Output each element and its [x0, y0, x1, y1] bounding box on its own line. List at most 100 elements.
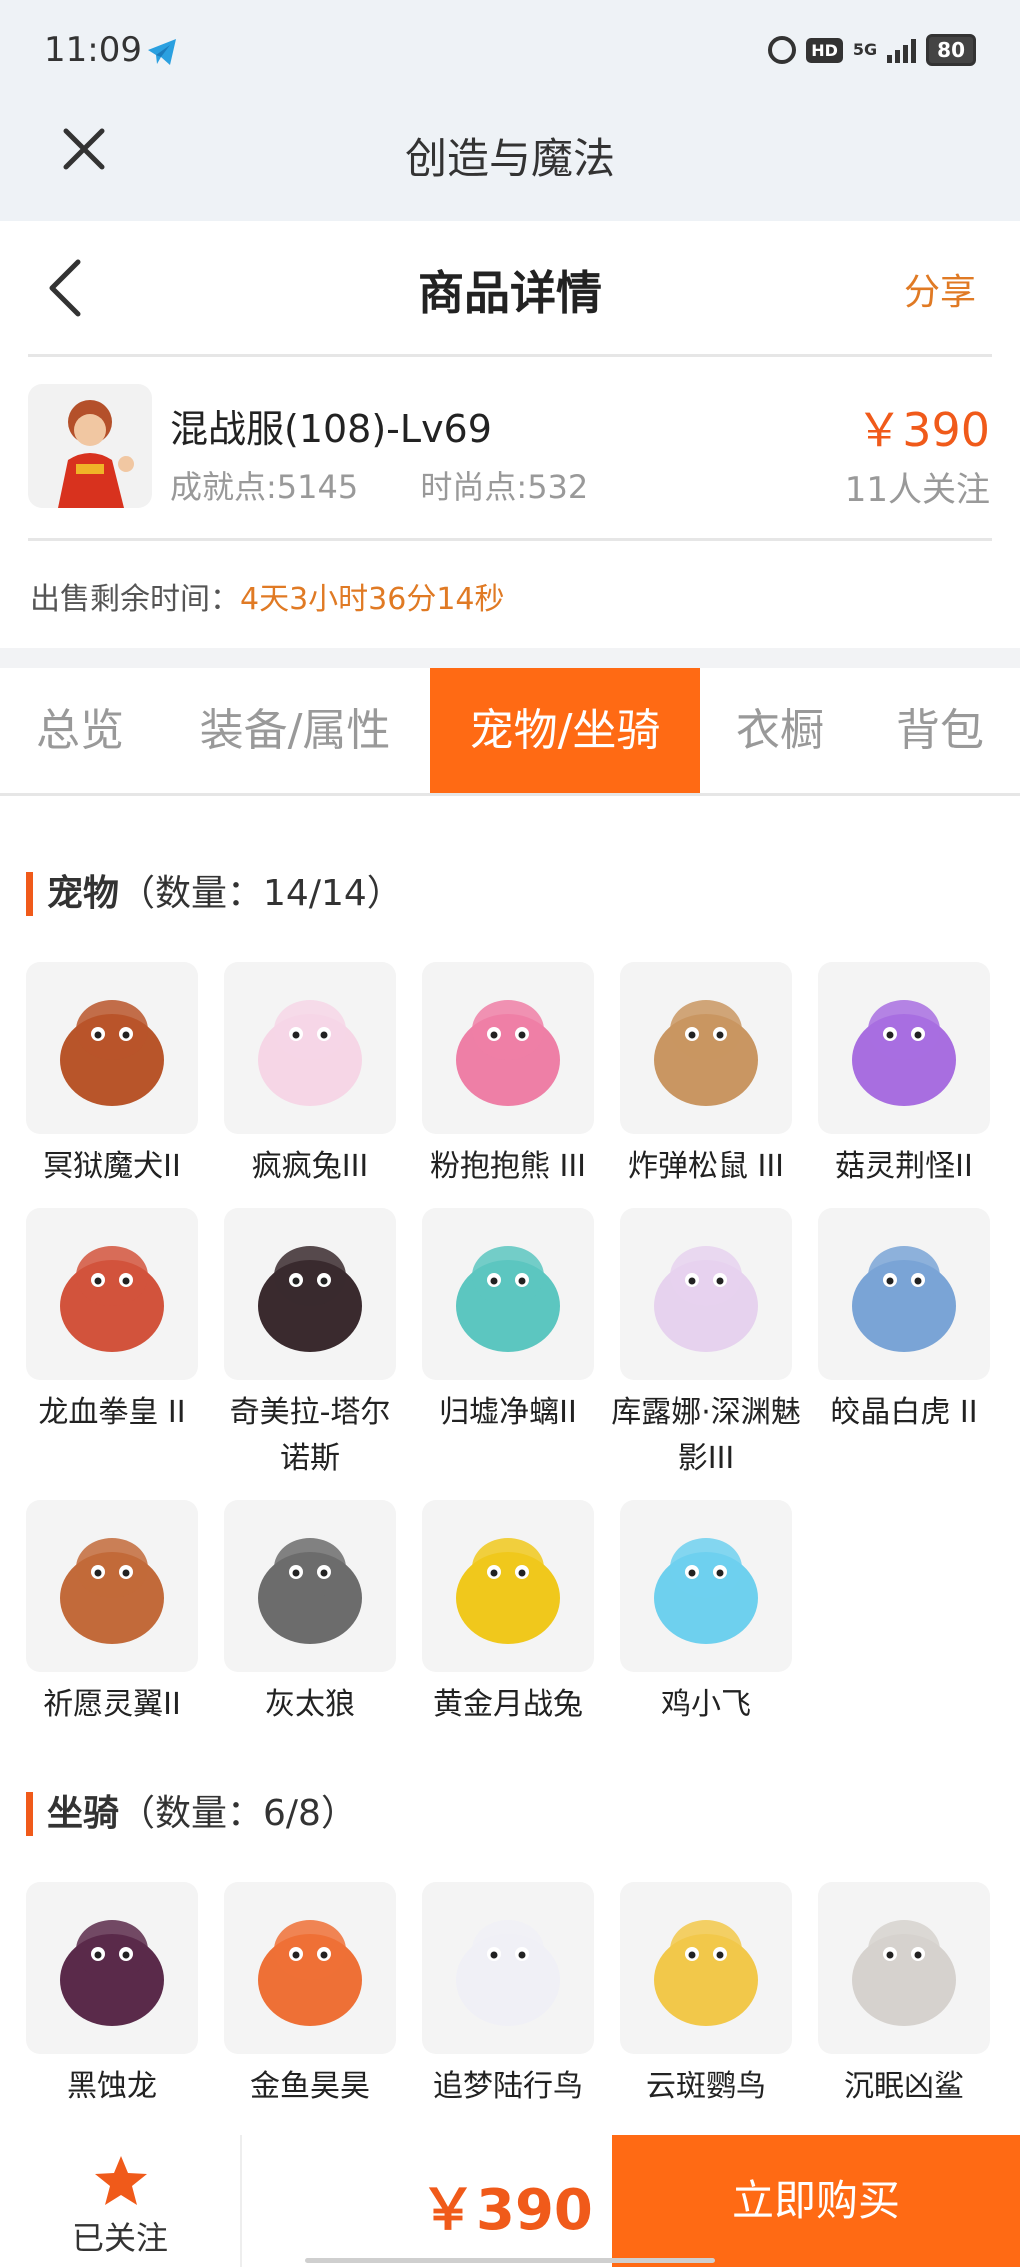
- creature-name: 皎晶白虎 II: [830, 1395, 978, 1430]
- product-name: 混战服(108)-Lv69: [170, 407, 492, 451]
- home-indicator: [305, 2258, 715, 2263]
- creature-image: [26, 962, 198, 1134]
- remaining-label: 出售剩余时间：: [30, 582, 240, 617]
- creature-image: [422, 1500, 594, 1672]
- creature-name: 菇灵荆怪II: [835, 1149, 973, 1184]
- creature-image: [224, 1208, 396, 1380]
- tab-overview[interactable]: 总览: [0, 668, 160, 793]
- creature-name: 龙血拳皇 II: [38, 1395, 186, 1430]
- creature-image: [818, 962, 990, 1134]
- creature-name: 沉眠凶鲨: [844, 2069, 964, 2104]
- grid-item[interactable]: 粉抱抱熊 III: [422, 962, 594, 1190]
- creature-name: 炸弹松鼠 III: [627, 1149, 785, 1184]
- product-summary: 混战服(108)-Lv69 成就点:5145 时尚点:532 ￥390 11人关…: [0, 358, 1020, 538]
- share-button[interactable]: 分享: [904, 263, 976, 315]
- creature-image: [818, 1882, 990, 2054]
- grid-item[interactable]: 菇灵荆怪II: [818, 962, 990, 1190]
- tab-equipment[interactable]: 装备/属性: [160, 668, 430, 793]
- creature-name: 粉抱抱熊 III: [429, 1149, 587, 1184]
- grid-item[interactable]: 沉眠凶鲨: [818, 1882, 990, 2110]
- status-time: 11:09: [44, 30, 142, 70]
- star-icon: [95, 2156, 147, 2205]
- grid-item[interactable]: 疯疯兔III: [224, 962, 396, 1190]
- pets-count: （数量：14/14）: [119, 873, 403, 914]
- grid-item[interactable]: 炸弹松鼠 III: [620, 962, 792, 1190]
- status-bar: 11:09 HD 5G 80: [0, 0, 1020, 105]
- telegram-icon: [148, 39, 176, 65]
- product-thumbnail: [28, 384, 152, 508]
- fashion-points: 时尚点:532: [420, 468, 589, 506]
- battery-icon: 80: [926, 34, 976, 66]
- follow-label: 已关注: [71, 2219, 168, 2257]
- grid-item[interactable]: 冥狱魔犬II: [26, 962, 198, 1190]
- product-stats: 成就点:5145 时尚点:532: [170, 462, 640, 508]
- mounts-title: 坐骑: [47, 1793, 120, 1834]
- tab-backpack[interactable]: 背包: [860, 668, 1020, 793]
- divider: [28, 354, 992, 357]
- creature-image: [620, 962, 792, 1134]
- grid-item[interactable]: 灰太狼: [224, 1500, 396, 1728]
- creature-name: 库露娜·深渊魅影III: [611, 1395, 801, 1476]
- divider: [28, 538, 992, 541]
- remaining-value: 4天3小时36分14秒: [240, 582, 505, 617]
- signal-icon: [887, 37, 917, 63]
- grid-item[interactable]: 云斑鹦鸟: [620, 1882, 792, 2110]
- creature-image: [26, 1500, 198, 1672]
- mounts-count: （数量：6/8）: [119, 1793, 357, 1834]
- network-type: 5G: [852, 40, 878, 59]
- mounts-grid: 黑蚀龙 金鱼昊昊 追梦陆行鸟 云斑鹦鸟 沉眠凶鲨: [26, 1882, 990, 2110]
- creature-image: [818, 1208, 990, 1380]
- grid-item[interactable]: 追梦陆行鸟: [422, 1882, 594, 2110]
- creature-name: 冥狱魔犬II: [43, 1149, 181, 1184]
- creature-image: [422, 1882, 594, 2054]
- creature-name: 鸡小飞: [661, 1687, 751, 1722]
- tab-pets-mounts[interactable]: 宠物/坐骑: [430, 668, 700, 793]
- hd-icon: HD: [806, 37, 843, 63]
- app-bar: 创造与魔法: [0, 105, 1020, 221]
- follow-button[interactable]: 已关注: [0, 2135, 242, 2267]
- grid-item[interactable]: 皎晶白虎 II: [818, 1208, 990, 1482]
- grid-item[interactable]: 库露娜·深渊魅影III: [611, 1208, 801, 1482]
- status-icons: HD 5G 80: [768, 34, 976, 66]
- pets-section-title: 宠物（数量：14/14）: [26, 872, 403, 916]
- bottom-bar: 已关注 ￥390 立即购买: [0, 2135, 1020, 2267]
- mounts-section-title: 坐骑（数量：6/8）: [26, 1792, 357, 1836]
- creature-name: 灰太狼: [265, 1687, 355, 1722]
- creature-image: [620, 1208, 792, 1380]
- tab-bar: 总览 装备/属性 宠物/坐骑 衣橱 背包: [0, 668, 1020, 796]
- grid-item[interactable]: 祈愿灵翼II: [26, 1500, 198, 1728]
- creature-image: [26, 1882, 198, 2054]
- tab-wardrobe[interactable]: 衣橱: [700, 668, 860, 793]
- creature-name: 金鱼昊昊: [250, 2069, 370, 2104]
- creature-image: [422, 962, 594, 1134]
- page-title: 商品详情: [418, 266, 602, 320]
- buy-now-button[interactable]: 立即购买: [612, 2135, 1020, 2267]
- creature-name: 奇美拉-塔尔诺斯: [229, 1395, 391, 1476]
- grid-item[interactable]: 黄金月战兔: [422, 1500, 594, 1728]
- achievement-points: 成就点:5145: [170, 468, 359, 506]
- alarm-icon: [768, 36, 797, 64]
- section-gap: [0, 648, 1020, 668]
- creature-name: 追梦陆行鸟: [433, 2069, 583, 2104]
- creature-name: 祈愿灵翼II: [43, 1687, 181, 1722]
- creature-image: [26, 1208, 198, 1380]
- product-price: ￥390: [856, 403, 990, 457]
- grid-item[interactable]: 鸡小飞: [620, 1500, 792, 1728]
- page-header: 商品详情 分享: [0, 221, 1020, 355]
- creature-image: [224, 1882, 396, 2054]
- pets-title: 宠物: [47, 873, 120, 914]
- grid-item[interactable]: 金鱼昊昊: [224, 1882, 396, 2110]
- creature-name: 归墟净螭II: [439, 1395, 577, 1430]
- creature-image: [620, 1500, 792, 1672]
- grid-item[interactable]: 龙血拳皇 II: [26, 1208, 198, 1482]
- pets-grid: 冥狱魔犬II 疯疯兔III 粉抱抱熊 III 炸弹松鼠 III 菇灵荆怪II 龙血拳皇 I…: [26, 962, 990, 1728]
- creature-image: [620, 1882, 792, 2054]
- grid-item[interactable]: 黑蚀龙: [26, 1882, 198, 2110]
- creature-name: 疯疯兔III: [251, 1149, 369, 1184]
- creature-image: [422, 1208, 594, 1380]
- creature-name: 云斑鹦鸟: [646, 2069, 766, 2104]
- creature-image: [224, 1500, 396, 1672]
- total-price: ￥390: [420, 2178, 593, 2243]
- grid-item[interactable]: 奇美拉-塔尔诺斯: [224, 1208, 396, 1482]
- grid-item[interactable]: 归墟净螭II: [422, 1208, 594, 1482]
